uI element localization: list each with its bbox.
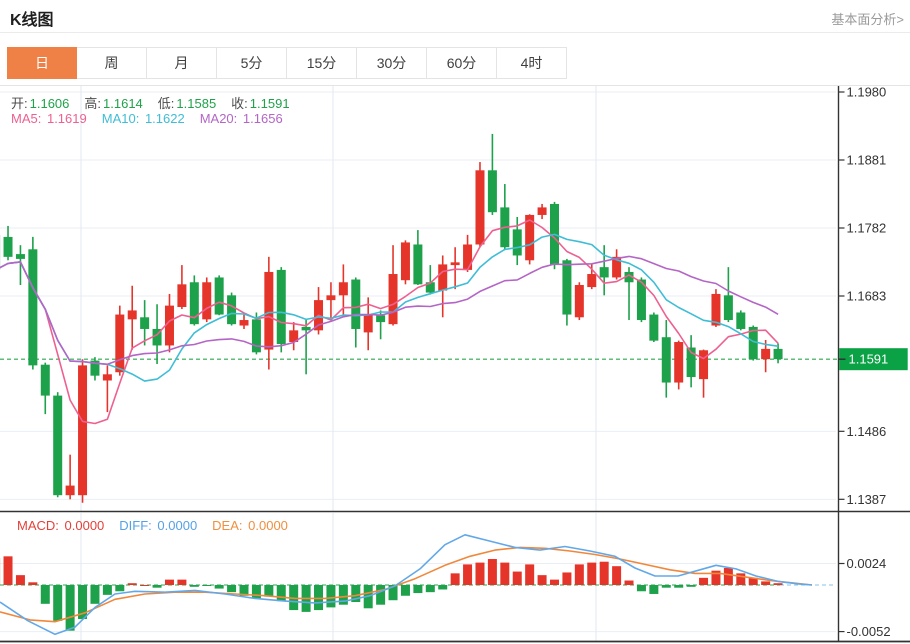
tab-week[interactable]: 周	[77, 47, 147, 79]
close-label: 收:	[231, 96, 248, 111]
tab-4hour[interactable]: 4时	[497, 47, 567, 79]
svg-text:1.1881: 1.1881	[847, 153, 887, 168]
ma5-label: MA5:	[11, 111, 41, 126]
current-price-badge: 1.1591	[839, 348, 908, 370]
tab-day[interactable]: 日	[7, 47, 77, 79]
kline-widget: K线图 基本面分析> 日 周 月 5分 15分 30分 60分 4时 开:1.1…	[0, 0, 910, 644]
gridlines	[0, 86, 836, 641]
open-value: 1.1606	[30, 96, 70, 111]
ma20-label: MA20:	[200, 111, 238, 126]
high-label: 高:	[84, 96, 101, 111]
ohlc-legend: 开:1.1606 高:1.1614 低:1.1585 收:1.1591	[11, 93, 305, 112]
ma10-value: 1.1622	[145, 111, 185, 126]
svg-text:1.1980: 1.1980	[847, 85, 887, 100]
dea-value: 0.0000	[248, 518, 288, 533]
diff-label: DIFF:	[119, 518, 152, 533]
tab-60min[interactable]: 60分	[427, 47, 497, 79]
tab-15min[interactable]: 15分	[287, 47, 357, 79]
tab-30min[interactable]: 30分	[357, 47, 427, 79]
macd-label: MACD:	[17, 518, 59, 533]
period-tabs: 日 周 月 5分 15分 30分 60分 4时	[7, 47, 567, 79]
ma-legend: MA5: 1.1619 MA10: 1.1622 MA20: 1.1656	[11, 111, 298, 126]
svg-text:1.1782: 1.1782	[847, 221, 887, 236]
open-label: 开:	[11, 96, 28, 111]
tab-5min[interactable]: 5分	[217, 47, 287, 79]
svg-text:1.1387: 1.1387	[847, 492, 887, 507]
high-value: 1.1614	[103, 96, 143, 111]
dea-label: DEA:	[212, 518, 242, 533]
tab-month[interactable]: 月	[147, 47, 217, 79]
macd-value: 0.0000	[65, 518, 105, 533]
candles-layer	[0, 134, 783, 503]
ma20-value: 1.1656	[243, 111, 283, 126]
svg-text:1.1486: 1.1486	[847, 424, 887, 439]
svg-text:1.1591: 1.1591	[849, 352, 889, 367]
low-value: 1.1585	[176, 96, 216, 111]
svg-text:0.0024: 0.0024	[847, 556, 887, 571]
svg-text:-0.0052: -0.0052	[847, 624, 891, 639]
ma5-value: 1.1619	[47, 111, 87, 126]
macd-legend: MACD: 0.0000 DIFF: 0.0000 DEA: 0.0000	[17, 518, 303, 533]
diff-value: 0.0000	[157, 518, 197, 533]
close-value: 1.1591	[250, 96, 290, 111]
ma10-label: MA10:	[102, 111, 140, 126]
low-label: 低:	[158, 96, 175, 111]
svg-text:1.1683: 1.1683	[847, 289, 887, 304]
